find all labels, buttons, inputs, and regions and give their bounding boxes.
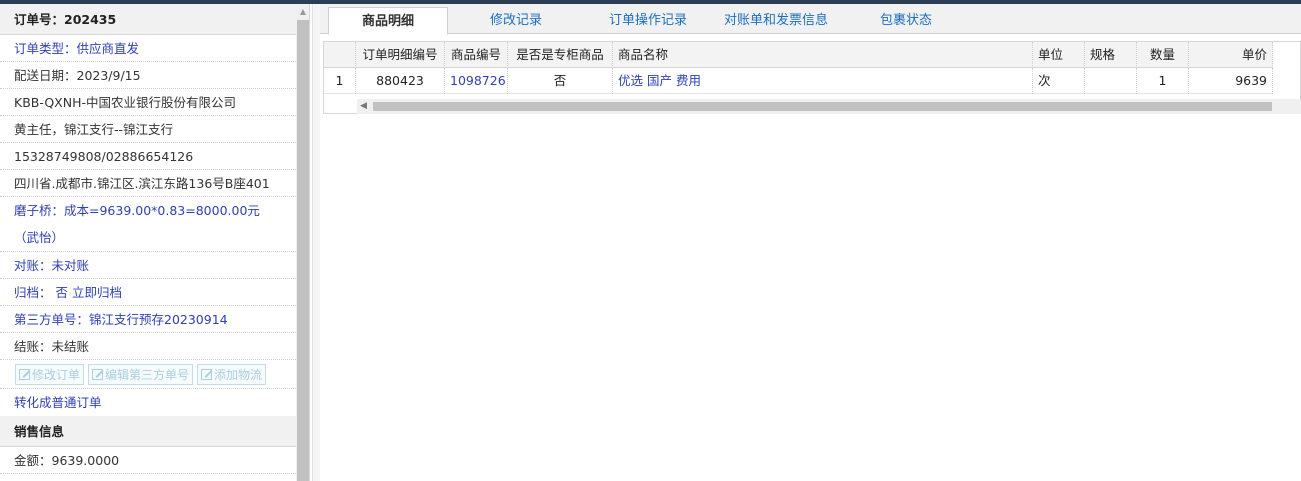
edit-third-party-label: 编辑第三方单号 [105, 368, 190, 382]
cell-product-id-link[interactable]: 1098726 [445, 68, 508, 94]
reconcile-status: 对账：未对账 [0, 252, 296, 279]
add-logistics-button[interactable]: 添加物流 [197, 364, 267, 385]
detail-panel: 商品明细 修改记录 订单操作记录 对账单和发票信息 包裹状态 订单明细编号 商品… [320, 4, 1301, 481]
horizontal-scroll-thumb[interactable] [373, 102, 1272, 111]
cell-price: 9639 [1189, 68, 1273, 94]
archive-status[interactable]: 归档： 否 立即归档 [0, 279, 296, 306]
col-spec-header[interactable]: 规格 [1085, 42, 1137, 68]
edit-icon [92, 369, 104, 380]
edit-order-button[interactable]: 修改订单 [15, 364, 85, 385]
col-detail-id-header[interactable]: 订单明细编号 [356, 42, 445, 68]
edit-icon [201, 369, 213, 380]
action-buttons: 修改订单 编辑第三方单号 添加物流 [0, 360, 296, 389]
col-counter-header[interactable]: 是否是专柜商品 [508, 42, 613, 68]
sales-amount: 金额：9639.0000 [0, 447, 296, 474]
col-product-name-header[interactable]: 商品名称 [613, 42, 1033, 68]
grid-horizontal-scrollbar[interactable]: ◀ [357, 99, 1301, 114]
scroll-left-icon[interactable]: ◀ [360, 99, 367, 114]
cell-unit: 次 [1033, 68, 1085, 94]
edit-third-party-button[interactable]: 编辑第三方单号 [88, 364, 194, 385]
col-qty-header[interactable]: 数量 [1137, 42, 1189, 68]
order-type: 订单类型：供应商直发 [0, 35, 296, 62]
scroll-up-icon[interactable]: ▲ [296, 4, 309, 18]
tab-product-details[interactable]: 商品明细 [328, 7, 448, 35]
tab-modify-log[interactable]: 修改记录 [454, 7, 578, 34]
delivery-address: 四川省.成都市.锦江区.滨江东路136号B座401 [0, 170, 296, 197]
grid-header-row: 订单明细编号 商品编号 是否是专柜商品 商品名称 单位 规格 数量 单价 [324, 42, 1273, 68]
tab-operation-log[interactable]: 订单操作记录 [586, 7, 710, 34]
sales-info-header: 销售信息 [0, 416, 296, 447]
add-logistics-label: 添加物流 [214, 368, 263, 382]
col-index-header [324, 42, 356, 68]
cost-note: 磨子桥：成本=9639.00*0.83=8000.00元（武怡） [0, 197, 296, 252]
col-unit-header[interactable]: 单位 [1033, 42, 1085, 68]
tab-bar: 商品明细 修改记录 订单操作记录 对账单和发票信息 包裹状态 [320, 4, 1301, 35]
col-price-header[interactable]: 单价 [1189, 42, 1273, 68]
cell-spec [1085, 68, 1137, 94]
order-number: 订单号：202435 [0, 4, 296, 35]
edit-order-label: 修改订单 [32, 368, 81, 382]
cell-detail-id: 880423 [356, 68, 445, 94]
scroll-thumb[interactable] [297, 20, 309, 481]
contact-phones: 15328749808/02886654126 [0, 143, 296, 170]
edit-icon [19, 369, 30, 380]
left-scrollbar[interactable]: ▲ [296, 4, 309, 481]
order-info-panel: 订单号：202435 订单类型：供应商直发 配送日期：2023/9/15 KBB… [0, 4, 310, 481]
tab-invoice-info[interactable]: 对账单和发票信息 [712, 7, 840, 34]
settle-status: 结账：未结账 [0, 333, 296, 360]
customer-name: KBB-QXNH-中国农业银行股份有限公司 [0, 89, 296, 116]
col-product-id-header[interactable]: 商品编号 [445, 42, 508, 68]
cell-product-name-link[interactable]: 优选 国产 费用 [613, 68, 1033, 94]
cell-index: 1 [324, 68, 356, 94]
third-party-number: 第三方单号：锦江支行预存20230914 [0, 306, 296, 333]
cell-counter: 否 [508, 68, 613, 94]
delivery-date: 配送日期：2023/9/15 [0, 62, 296, 89]
convert-to-normal-order-link[interactable]: 转化成普通订单 [0, 389, 296, 416]
panel-splitter[interactable] [312, 4, 320, 481]
contact-name: 黄主任，锦江支行--锦江支行 [0, 116, 296, 143]
product-grid: 订单明细编号 商品编号 是否是专柜商品 商品名称 单位 规格 数量 单价 1 8… [323, 41, 1301, 114]
cell-qty: 1 [1137, 68, 1189, 94]
table-row[interactable]: 1 880423 1098726 否 优选 国产 费用 次 1 9639 [324, 68, 1273, 94]
tab-package-status[interactable]: 包裹状态 [848, 7, 964, 34]
